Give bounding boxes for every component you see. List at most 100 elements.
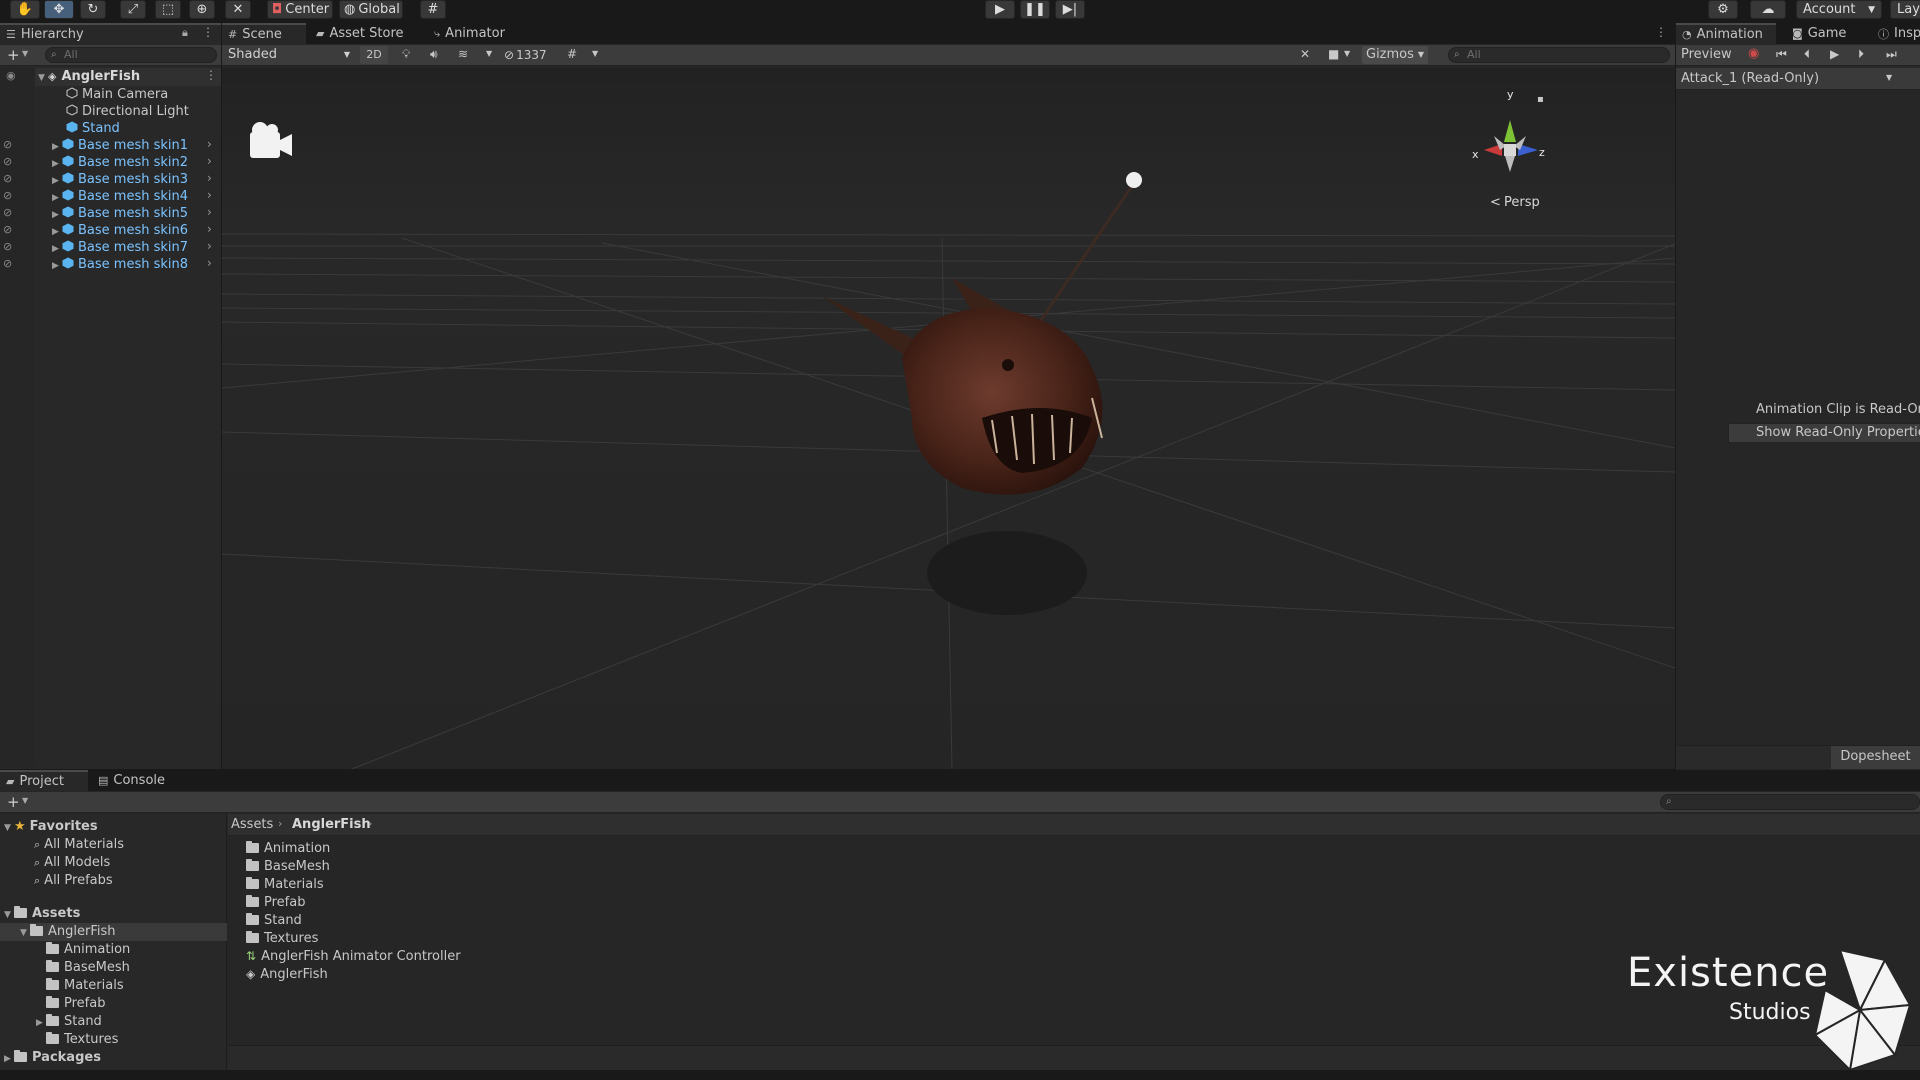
- add-icon[interactable]: +: [7, 46, 20, 64]
- kebab-menu-icon[interactable]: ⋮: [202, 25, 214, 39]
- hierarchy-search-input[interactable]: ⌕ All: [45, 47, 217, 63]
- prev-key-icon[interactable]: ⏴: [1804, 47, 1810, 62]
- favorites-section[interactable]: ▼ ★ Favorites: [4, 818, 98, 835]
- hierarchy-item[interactable]: ▶ Base mesh skin1: [52, 137, 188, 154]
- favorite-item[interactable]: ⌕ All Materials: [34, 836, 124, 853]
- audio-icon[interactable]: 🔊︎: [430, 47, 438, 62]
- transform-tool-button[interactable]: ⊕: [189, 0, 215, 19]
- hierarchy-item[interactable]: ▶ Base mesh skin7: [52, 239, 188, 256]
- hidden-eye-icon[interactable]: ⊘: [3, 257, 12, 270]
- hierarchy-item[interactable]: ▶ Base mesh skin3: [52, 171, 188, 188]
- hierarchy-item[interactable]: ▶ Base mesh skin6: [52, 222, 188, 239]
- scale-tool-button[interactable]: ⤢: [120, 0, 146, 19]
- rotate-tool-button[interactable]: ↻: [80, 0, 106, 19]
- hidden-eye-icon[interactable]: ⊘: [3, 155, 12, 168]
- rect-tool-button[interactable]: ⬚: [155, 0, 181, 19]
- tree-item[interactable]: Prefab: [46, 995, 105, 1012]
- hidden-eye-icon[interactable]: ⊘: [3, 172, 12, 185]
- step-button[interactable]: ▶|: [1055, 0, 1085, 19]
- chevron-right-icon[interactable]: ›: [207, 222, 212, 236]
- hierarchy-item[interactable]: Directional Light: [66, 103, 189, 120]
- hidden-eye-icon[interactable]: ⊘: [3, 223, 12, 236]
- grid-snap-button[interactable]: #: [420, 0, 446, 19]
- hierarchy-scene-root[interactable]: ▼ ◈ AnglerFish: [38, 68, 140, 85]
- last-key-icon[interactable]: ⏭: [1886, 47, 1897, 62]
- camera-icon[interactable]: ■: [1328, 47, 1339, 61]
- play-button[interactable]: ▶: [985, 0, 1015, 19]
- kebab-menu-icon[interactable]: ⋮: [1655, 25, 1667, 39]
- project-file-item[interactable]: Textures: [246, 930, 318, 947]
- visibility-eye-icon[interactable]: ◉: [6, 69, 16, 82]
- favorite-item[interactable]: ⌕ All Prefabs: [34, 872, 113, 889]
- hidden-eye-icon[interactable]: ⊘: [3, 206, 12, 219]
- expand-arrow-icon[interactable]: ▶: [4, 1051, 14, 1068]
- expand-arrow-icon[interactable]: ▼: [4, 820, 14, 837]
- hidden-eye-icon[interactable]: ⊘: [3, 240, 12, 253]
- shading-mode-dropdown[interactable]: Shaded ▼: [224, 46, 354, 64]
- chevron-right-icon[interactable]: ›: [207, 205, 212, 219]
- first-key-icon[interactable]: ⏮: [1776, 47, 1787, 62]
- tools-icon[interactable]: ✕: [1300, 47, 1310, 61]
- effects-icon[interactable]: ≋: [458, 47, 468, 61]
- project-file-item[interactable]: Stand: [246, 912, 302, 929]
- project-file-item[interactable]: BaseMesh: [246, 858, 330, 875]
- tab-console[interactable]: ▤ Console: [92, 770, 182, 791]
- hierarchy-item[interactable]: ▶ Base mesh skin4: [52, 188, 188, 205]
- favorite-item[interactable]: ⌕ All Models: [34, 854, 110, 871]
- tab-asset-store[interactable]: ▰ Asset Store: [310, 23, 420, 44]
- tab-game[interactable]: ◙ Game: [1786, 23, 1856, 44]
- record-icon[interactable]: ◉: [1748, 46, 1759, 61]
- pause-button[interactable]: ❚❚: [1020, 0, 1050, 19]
- tab-inspector[interactable]: ⓘ Insp: [1872, 23, 1920, 44]
- hidden-eye-icon[interactable]: ⊘: [3, 138, 12, 151]
- tree-item[interactable]: Materials: [46, 977, 124, 994]
- layers-dropdown[interactable]: Lay: [1890, 0, 1920, 19]
- preview-toggle[interactable]: Preview: [1681, 47, 1732, 62]
- chevron-right-icon[interactable]: ›: [207, 188, 212, 202]
- tree-item[interactable]: ▶ Stand: [36, 1013, 102, 1030]
- chevron-down-icon[interactable]: ▼: [1344, 49, 1350, 58]
- project-file-item[interactable]: Animation: [246, 840, 330, 857]
- expand-arrow-icon[interactable]: ▶: [52, 258, 62, 275]
- breadcrumb-assets[interactable]: Assets: [231, 817, 273, 832]
- chevron-right-icon[interactable]: ›: [207, 137, 212, 151]
- tab-animator[interactable]: ⤷ Animator: [428, 23, 518, 44]
- tab-scene[interactable]: # Scene: [222, 23, 306, 44]
- clip-dropdown[interactable]: Attack_1 (Read-Only) ▼: [1676, 68, 1920, 90]
- hierarchy-item[interactable]: ▶ Base mesh skin2: [52, 154, 188, 171]
- next-key-icon[interactable]: ⏵: [1858, 47, 1864, 62]
- hierarchy-item[interactable]: ▶ Base mesh skin8: [52, 256, 188, 273]
- tree-item[interactable]: BaseMesh: [46, 959, 130, 976]
- lock-icon[interactable]: 🔒︎: [182, 26, 188, 40]
- hierarchy-item[interactable]: ▶ Base mesh skin5: [52, 205, 188, 222]
- project-search-input[interactable]: ⌕: [1660, 794, 1920, 810]
- hidden-eye-icon[interactable]: ⊘: [3, 189, 12, 202]
- grid-settings-icon[interactable]: #: [567, 47, 577, 61]
- project-file-item[interactable]: Materials: [246, 876, 324, 893]
- play-icon[interactable]: ▶: [1830, 47, 1839, 61]
- expand-arrow-icon[interactable]: ▼: [4, 907, 14, 924]
- chevron-right-icon[interactable]: ›: [207, 171, 212, 185]
- tab-animation[interactable]: ◔ Animation: [1676, 23, 1776, 44]
- add-icon[interactable]: +: [7, 793, 20, 811]
- cloud-button[interactable]: ☁: [1750, 0, 1786, 19]
- tree-item-anglerfish[interactable]: ▼ AnglerFish: [20, 923, 116, 940]
- project-file-item[interactable]: Prefab: [246, 894, 305, 911]
- chevron-right-icon[interactable]: ›: [207, 154, 212, 168]
- show-readonly-properties-button[interactable]: Show Read-Only Propertie: [1728, 423, 1920, 443]
- chevron-down-icon[interactable]: ▼: [592, 49, 598, 58]
- dopesheet-button[interactable]: Dopesheet: [1831, 746, 1920, 769]
- tree-item[interactable]: Textures: [46, 1031, 118, 1048]
- pivot-global-button[interactable]: ◍ Global: [339, 0, 403, 19]
- pivot-center-button[interactable]: ◘ Center: [267, 0, 333, 19]
- move-tool-button[interactable]: ✥: [44, 0, 74, 19]
- hand-tool-button[interactable]: ✋: [10, 0, 40, 19]
- assets-section[interactable]: ▼ Assets: [4, 905, 80, 922]
- custom-tool-button[interactable]: ✕: [225, 0, 251, 19]
- scene-search-input[interactable]: ⌕ All: [1448, 47, 1670, 63]
- gizmos-dropdown[interactable]: Gizmos ▼: [1362, 46, 1428, 64]
- chevron-right-icon[interactable]: ›: [207, 256, 212, 270]
- chevron-down-icon[interactable]: ▼: [22, 796, 28, 805]
- project-file-item[interactable]: ◈ AnglerFish: [246, 966, 328, 983]
- account-dropdown[interactable]: Account ▼: [1796, 0, 1882, 19]
